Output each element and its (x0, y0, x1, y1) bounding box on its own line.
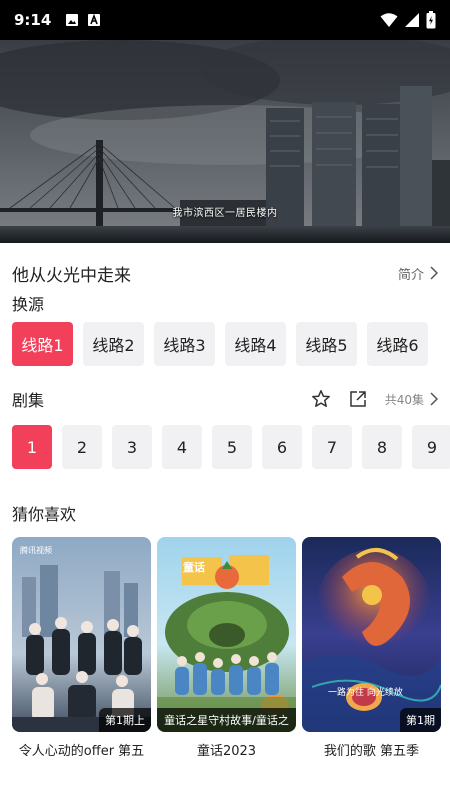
status-time: 9:14 (14, 11, 52, 29)
source-button-4[interactable]: 线路4 (225, 322, 286, 366)
episode-list[interactable]: 1 2 3 4 5 6 7 8 9 (12, 425, 450, 471)
episode-button-9[interactable]: 9 (412, 425, 450, 469)
source-button-1[interactable]: 线路1 (12, 322, 73, 366)
poster-image: 一路为往 向光续放 第1期 (302, 537, 441, 732)
episode-button-3[interactable]: 3 (112, 425, 152, 469)
episode-button-2[interactable]: 2 (62, 425, 102, 469)
episode-button-1[interactable]: 1 (12, 425, 52, 469)
battery-icon (426, 11, 436, 29)
cell-signal-icon (405, 13, 419, 27)
star-icon[interactable] (311, 389, 331, 409)
poster-badge: 第1期上 (99, 708, 151, 732)
status-right-icons (380, 11, 436, 29)
poster-badge: 第1期 (400, 708, 441, 732)
chevron-right-icon (430, 266, 438, 280)
source-button-5[interactable]: 线路5 (296, 322, 357, 366)
video-player[interactable]: 我市滨西区一居民楼内 (0, 40, 450, 243)
video-subtitle: 我市滨西区一居民楼内 (172, 208, 278, 219)
chevron-right-icon (430, 392, 438, 406)
episode-button-7[interactable]: 7 (312, 425, 352, 469)
source-button-3[interactable]: 线路3 (154, 322, 215, 366)
poster-badge: 童话之星守村故事/童话之 (157, 708, 296, 732)
recommend-card[interactable]: 腾讯视频 第1期上 令人心动的offer 第五 (12, 537, 151, 759)
intro-label: 简介 (397, 267, 424, 283)
status-left-icons (65, 13, 101, 27)
intro-link[interactable]: 简介 (398, 264, 438, 283)
episode-button-8[interactable]: 8 (362, 425, 402, 469)
episode-button-4[interactable]: 4 (162, 425, 202, 469)
recommend-card[interactable]: 一路为往 向光续放 第1期 我们的歌 第五季 (302, 537, 441, 759)
episodes-heading: 剧集 (12, 391, 45, 410)
poster-tag: 腾讯视频 (20, 546, 52, 555)
card-title: 我们的歌 第五季 (323, 744, 420, 759)
image-icon (66, 14, 79, 26)
episode-count-link[interactable]: 共40集 (385, 391, 438, 408)
poster-image: 童话 童话之星守村故事/童话之 (157, 537, 296, 732)
source-button-2[interactable]: 线路2 (83, 322, 144, 366)
episode-count-label: 共40集 (384, 392, 424, 407)
recommend-heading: 猜你喜欢 (12, 505, 77, 524)
episode-button-5[interactable]: 5 (212, 425, 252, 469)
source-button-6[interactable]: 线路6 (367, 322, 428, 366)
card-title: 令人心动的offer 第五 (18, 744, 145, 759)
recommend-card[interactable]: 童话 童话之星守村故事/童话之 童话2023 (157, 537, 296, 759)
title-row: 他从火光中走来 简介 (12, 258, 438, 288)
recommend-list: 腾讯视频 第1期上 令人心动的offer 第五 童话 童话之星守村故事/童话之 … (12, 537, 441, 759)
text-icon (88, 13, 101, 26)
episodes-header: 剧集 共40集 (12, 384, 438, 414)
poster-tag: 童话 (183, 561, 205, 574)
poster-tag: 一路为往 向光续放 (328, 688, 403, 698)
wifi-icon (380, 13, 398, 27)
poster-image: 腾讯视频 第1期上 (12, 537, 151, 732)
sources-heading: 换源 (12, 295, 45, 314)
episode-button-6[interactable]: 6 (262, 425, 302, 469)
source-list: 线路1 线路2 线路3 线路4 线路5 线路6 (12, 322, 428, 366)
show-title: 他从火光中走来 (12, 265, 131, 286)
episodes-tools: 共40集 (311, 389, 438, 409)
share-icon[interactable] (349, 390, 367, 408)
status-bar: 9:14 (0, 0, 450, 40)
card-title: 童话2023 (196, 744, 257, 759)
